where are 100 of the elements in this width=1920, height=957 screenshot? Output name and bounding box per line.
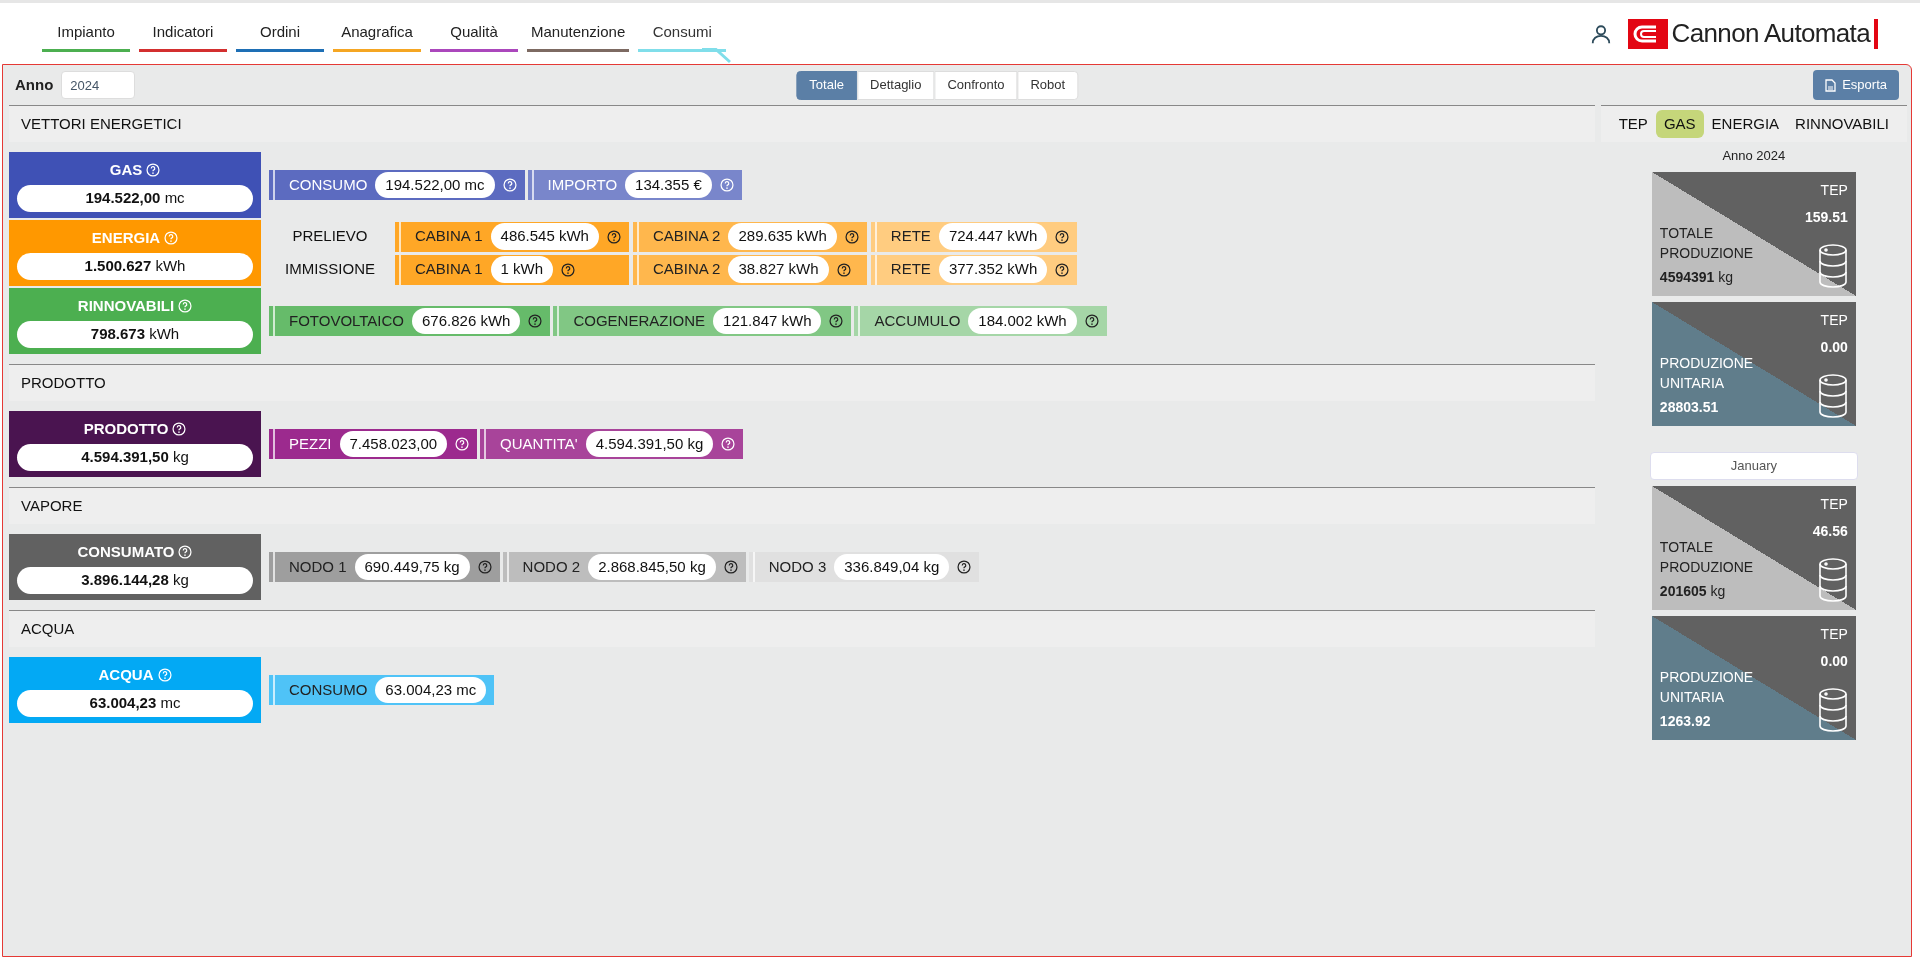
nav-tab[interactable]: Anagrafica: [333, 15, 421, 52]
nav-tab[interactable]: Manutenzione: [527, 15, 630, 52]
help-icon[interactable]: [1055, 229, 1070, 244]
barrel-icon: [1817, 687, 1848, 732]
row-label: IMMISSIONE: [284, 259, 376, 280]
help-icon[interactable]: [606, 229, 621, 244]
user-icon[interactable]: [1589, 22, 1612, 45]
tab-pointer-icon: [702, 47, 733, 64]
card-title: CONSUMATO: [77, 541, 175, 562]
nav-tab[interactable]: Impianto: [42, 15, 130, 52]
card-title: PRODOTTO: [83, 418, 169, 439]
chip-value: 336.849,04 kg: [834, 553, 950, 581]
chip-value: 184.002 kWh: [968, 307, 1077, 335]
chip-label: CONSUMO: [289, 679, 368, 700]
help-icon[interactable]: [477, 560, 492, 574]
chip-label: NODO 3: [768, 556, 827, 577]
card-title: RINNOVABILI: [77, 295, 175, 316]
category-tab[interactable]: ENERGIA: [1703, 109, 1788, 139]
help-icon[interactable]: [829, 314, 844, 328]
tep-label: TEP: [1820, 310, 1848, 330]
brand-name: Cannon Automata: [1671, 17, 1870, 50]
chip-label: IMPORTO: [547, 174, 618, 195]
tep-label: TEP: [1820, 494, 1848, 514]
card-value: 63.004,23 mc: [17, 690, 253, 717]
help-icon[interactable]: [561, 262, 576, 277]
chip-label: CABINA 2: [652, 226, 721, 247]
help-icon[interactable]: [723, 560, 738, 574]
chip-value: 676.826 kWh: [412, 307, 521, 335]
period-caption: Anno 2024: [1722, 147, 1786, 165]
barrel-icon: [1817, 373, 1848, 418]
help-icon[interactable]: [957, 560, 972, 574]
category-tab[interactable]: GAS: [1655, 109, 1704, 139]
card-value: 4.594.391,50 kg: [17, 444, 253, 471]
card-value: 194.522,00 mc: [17, 185, 253, 212]
card-value: 3.896.144,28 kg: [17, 567, 253, 594]
chip-value: 377.352 kWh: [938, 256, 1048, 283]
chip-label: NODO 2: [522, 556, 581, 577]
file-icon: [1825, 78, 1837, 92]
tile-value: 1263.92: [1659, 711, 1712, 731]
chip-value: 194.522,00 mc: [375, 171, 495, 199]
row-label: PRELIEVO: [291, 226, 369, 247]
tile-label: PRODUZIONE UNITARIA: [1659, 353, 1755, 393]
chip-label: COGENERAZIONE: [573, 310, 706, 331]
chip-value: 7.458.023,00: [339, 430, 448, 458]
logo-icon: [1627, 18, 1668, 49]
chip-value: 1 kWh: [490, 256, 554, 283]
chip-label: PEZZI: [289, 433, 332, 454]
help-icon[interactable]: [836, 262, 851, 277]
chip-label: CABINA 1: [415, 259, 483, 280]
chip-value: 4.594.391,50 kg: [585, 430, 714, 458]
chip-value: 690.449,75 kg: [354, 553, 470, 581]
year-field[interactable]: 2024: [61, 71, 136, 99]
tep-label: TEP: [1820, 180, 1848, 200]
card-title: ENERGIA: [91, 227, 161, 248]
tep-value: 0.00: [1820, 651, 1848, 671]
chip-value: 486.545 kWh: [490, 223, 599, 250]
view-tab[interactable]: Dettaglio: [857, 70, 935, 100]
help-icon[interactable]: [1084, 314, 1099, 328]
barrel-icon: [1817, 243, 1848, 288]
card-title: GAS: [109, 159, 143, 180]
help-icon[interactable]: [528, 314, 543, 328]
chip-label: ACCUMULO: [874, 310, 961, 331]
tile-label: PRODUZIONE UNITARIA: [1659, 667, 1755, 707]
tile-value: 28803.51: [1659, 397, 1720, 417]
category-tab[interactable]: TEP: [1610, 109, 1656, 139]
tile-value: 4594391 kg: [1659, 267, 1735, 287]
chip-label: RETE: [890, 226, 931, 247]
chip-value: 134.355 €: [625, 171, 712, 199]
section-title: ACQUA: [21, 618, 75, 639]
view-tab[interactable]: Robot: [1017, 70, 1079, 100]
chip-label: QUANTITA': [500, 433, 578, 454]
card-value: 1.500.627 kWh: [17, 253, 253, 280]
chip-value: 289.635 kWh: [728, 223, 837, 250]
chip-value: 38.827 kWh: [728, 256, 829, 283]
tep-label: TEP: [1820, 624, 1848, 644]
tep-value: 46.56: [1812, 521, 1848, 541]
tile-value: 201605 kg: [1659, 581, 1727, 601]
section-title: VETTORI ENERGETICI: [21, 113, 182, 134]
chip-label: FOTOVOLTAICO: [289, 310, 404, 331]
nav-tab[interactable]: Ordini: [236, 15, 324, 52]
month-select[interactable]: January: [1649, 451, 1858, 480]
export-button[interactable]: Esporta: [1813, 70, 1899, 100]
section-title: VAPORE: [21, 495, 83, 516]
view-tab[interactable]: Confronto: [934, 70, 1018, 100]
chip-value: 2.868.845,50 kg: [588, 553, 716, 581]
help-icon[interactable]: [1055, 262, 1070, 277]
tep-value: 159.51: [1805, 207, 1848, 227]
help-icon[interactable]: [844, 229, 859, 244]
chip-label: CONSUMO: [289, 174, 368, 195]
nav-tab[interactable]: Qualità: [430, 15, 518, 52]
view-tab[interactable]: Totale: [796, 70, 858, 100]
chip-label: NODO 1: [289, 556, 347, 577]
chip-label: CABINA 1: [415, 226, 483, 247]
nav-tab[interactable]: Indicatori: [139, 15, 227, 52]
barrel-icon: [1817, 557, 1848, 602]
category-tab[interactable]: RINNOVABILI: [1787, 109, 1897, 139]
tep-value: 0.00: [1820, 337, 1848, 357]
nav-tab[interactable]: Consumi: [638, 15, 727, 52]
year-label: Anno: [15, 74, 54, 95]
chip-value: 63.004,23 mc: [375, 676, 487, 704]
